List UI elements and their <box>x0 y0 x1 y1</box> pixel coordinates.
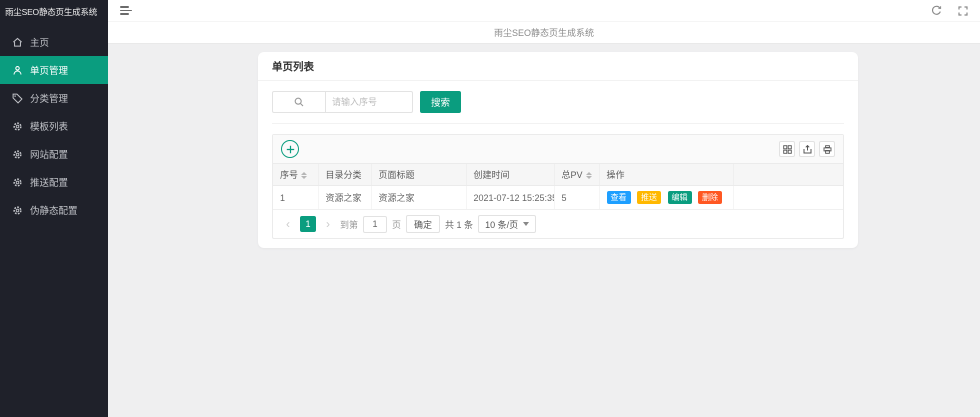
next-page-icon[interactable]: › <box>321 216 335 232</box>
table-container: 序号 目录分类 页面标题 创建时间 总PV 操作 <box>272 134 844 239</box>
col-created-at: 创建时间 <box>466 164 554 186</box>
gear-icon <box>12 205 23 216</box>
gear-icon <box>12 121 23 132</box>
single-page-list-card: 单页列表 搜索 <box>258 52 858 248</box>
col-page-title: 页面标题 <box>371 164 466 186</box>
sidebar-item-push-config[interactable]: 推送配置 <box>0 168 108 196</box>
gear-icon <box>12 149 23 160</box>
col-empty <box>733 164 843 186</box>
user-icon <box>12 65 23 76</box>
table-header-row: 序号 目录分类 页面标题 创建时间 总PV 操作 <box>273 164 843 186</box>
card-title: 单页列表 <box>258 52 858 81</box>
divider <box>272 123 844 124</box>
sidebar: 雨尘SEO静态页生成系统 主页 单页管理 分类管理 <box>0 0 108 417</box>
sidebar-menu: 主页 单页管理 分类管理 模板列表 <box>0 28 108 224</box>
prev-page-icon[interactable]: ‹ <box>281 216 295 232</box>
gear-icon <box>12 177 23 188</box>
filter-columns-icon[interactable] <box>779 141 795 157</box>
total-count-label: 共 1 条 <box>445 218 473 231</box>
goto-suffix-label: 页 <box>392 218 401 231</box>
home-icon <box>12 37 23 48</box>
single-page-table: 序号 目录分类 页面标题 创建时间 总PV 操作 <box>273 164 843 210</box>
goto-page-input[interactable] <box>363 216 387 233</box>
delete-button[interactable]: 删除 <box>698 191 722 204</box>
sidebar-item-label: 伪静态配置 <box>30 203 78 217</box>
edit-button[interactable]: 编辑 <box>668 191 692 204</box>
sidebar-item-templates[interactable]: 模板列表 <box>0 112 108 140</box>
app-root: 雨尘SEO静态页生成系统 主页 单页管理 分类管理 <box>0 0 980 417</box>
table-toolbar <box>273 135 843 164</box>
goto-prefix-label: 到第 <box>340 218 358 231</box>
chevron-down-icon <box>523 222 529 226</box>
sort-icon[interactable] <box>586 172 592 180</box>
view-button[interactable]: 查看 <box>607 191 631 204</box>
search-icon <box>272 91 326 113</box>
cell-actions: 查看 推送 编辑 删除 <box>599 186 733 210</box>
page-size-select[interactable]: 10 条/页 <box>478 215 536 233</box>
tab-active[interactable]: 雨尘SEO静态页生成系统 <box>484 26 604 39</box>
col-pv[interactable]: 总PV <box>554 164 599 186</box>
cell-seq: 1 <box>273 186 318 210</box>
print-icon[interactable] <box>819 141 835 157</box>
sidebar-item-label: 单页管理 <box>30 63 68 77</box>
search-row: 搜索 <box>272 91 844 113</box>
sidebar-item-site-config[interactable]: 网站配置 <box>0 140 108 168</box>
col-category: 目录分类 <box>318 164 371 186</box>
search-button[interactable]: 搜索 <box>420 91 461 113</box>
cell-created-at: 2021-07-12 15:25:35 <box>466 186 554 210</box>
current-page[interactable]: 1 <box>300 216 316 232</box>
refresh-icon[interactable] <box>931 5 942 16</box>
goto-confirm-button[interactable]: 确定 <box>406 215 440 233</box>
cell-page-title: 资源之家 <box>371 186 466 210</box>
sidebar-item-label: 推送配置 <box>30 175 68 189</box>
cell-empty <box>733 186 843 210</box>
search-input[interactable] <box>325 91 413 113</box>
export-icon[interactable] <box>799 141 815 157</box>
sidebar-item-single-page[interactable]: 单页管理 <box>0 56 108 84</box>
sidebar-item-label: 模板列表 <box>30 119 68 133</box>
page-size-value: 10 条/页 <box>485 218 518 231</box>
sort-icon[interactable] <box>301 172 307 180</box>
topbar <box>108 0 980 22</box>
cell-pv: 5 <box>554 186 599 210</box>
app-logo-title: 雨尘SEO静态页生成系统 <box>0 0 108 24</box>
sidebar-item-category[interactable]: 分类管理 <box>0 84 108 112</box>
table-row: 1 资源之家 资源之家 2021-07-12 15:25:35 5 查看 推送 … <box>273 186 843 210</box>
sidebar-item-label: 网站配置 <box>30 147 68 161</box>
col-seq[interactable]: 序号 <box>273 164 318 186</box>
sidebar-item-label: 主页 <box>30 35 49 49</box>
main-content: 单页列表 搜索 <box>108 44 980 417</box>
cell-category: 资源之家 <box>318 186 371 210</box>
toolbar-right-icons <box>779 141 835 157</box>
sidebar-item-rewrite-config[interactable]: 伪静态配置 <box>0 196 108 224</box>
card-body: 搜索 <box>258 81 858 248</box>
fullscreen-icon[interactable] <box>958 6 968 16</box>
plus-circle-icon <box>286 145 295 154</box>
pagination: ‹ 1 › 到第 页 确定 共 1 条 10 条/页 <box>273 210 843 238</box>
push-button[interactable]: 推送 <box>637 191 661 204</box>
add-button[interactable] <box>281 140 299 158</box>
sidebar-item-home[interactable]: 主页 <box>0 28 108 56</box>
menu-toggle-icon[interactable] <box>120 6 132 15</box>
sidebar-item-label: 分类管理 <box>30 91 68 105</box>
tab-bar: 雨尘SEO静态页生成系统 <box>108 22 980 44</box>
topbar-actions <box>931 5 968 16</box>
col-actions: 操作 <box>599 164 733 186</box>
tag-icon <box>12 93 23 104</box>
